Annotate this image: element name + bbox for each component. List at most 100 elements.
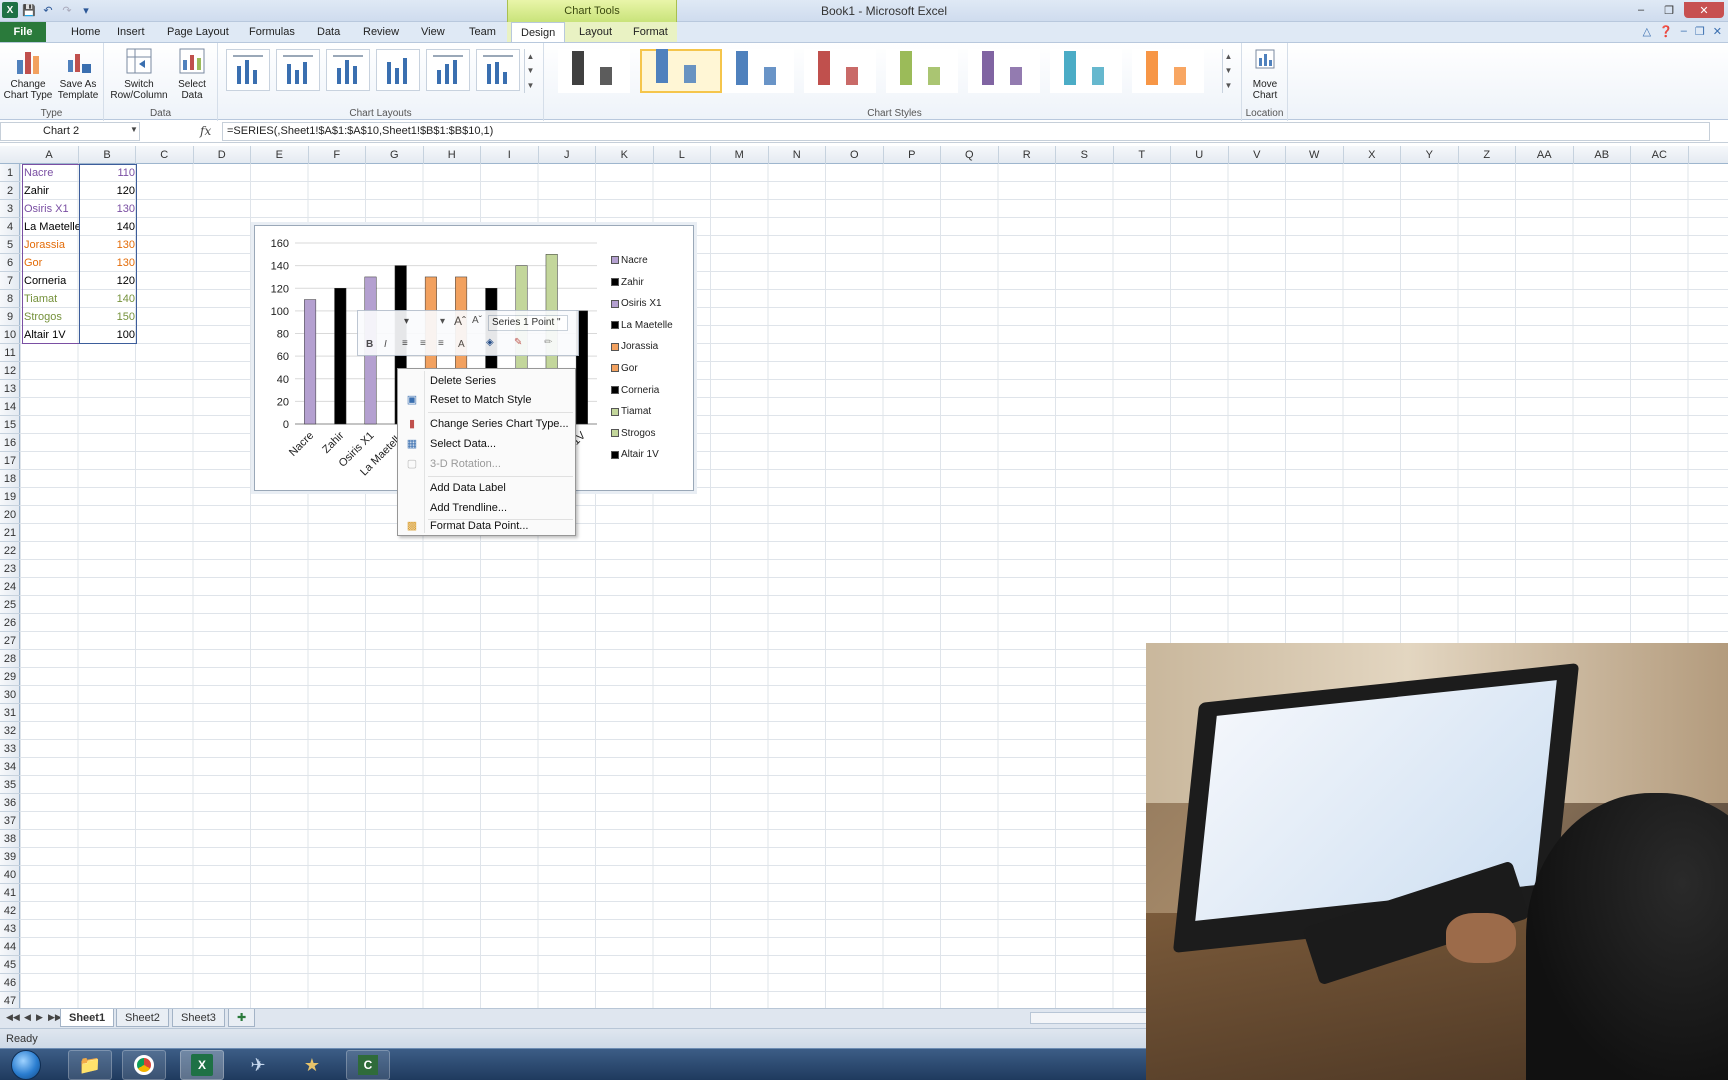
tab-design[interactable]: Design — [511, 22, 566, 42]
column-header[interactable]: T — [1114, 146, 1171, 164]
cell-name[interactable]: La Maetelle — [24, 218, 80, 236]
row-header[interactable]: 46 — [0, 974, 20, 992]
switch-row-column-button[interactable]: Switch Row/Column — [108, 46, 170, 101]
column-header[interactable]: X — [1344, 146, 1401, 164]
column-header[interactable]: AB — [1574, 146, 1631, 164]
horizontal-scrollbar[interactable] — [1030, 1012, 1150, 1024]
chart-layouts-gallery-scroll[interactable]: ▲ ▼ ▼ — [524, 49, 536, 93]
cell-value[interactable]: 150 — [79, 308, 135, 326]
chart-element-select[interactable]: Series 1 Point " — [488, 315, 568, 331]
cell-value[interactable]: 140 — [79, 290, 135, 308]
row-header[interactable]: 43 — [0, 920, 20, 938]
chart-style-4[interactable] — [804, 49, 876, 93]
cell-value[interactable]: 110 — [79, 164, 135, 182]
font-color-icon[interactable]: A — [458, 339, 465, 350]
row-header[interactable]: 9 — [0, 308, 20, 326]
next-sheet-icon[interactable]: ▶ — [36, 1012, 43, 1023]
row-header[interactable]: 7 — [0, 272, 20, 290]
row-header[interactable]: 28 — [0, 650, 20, 668]
tab-page-layout[interactable]: Page Layout — [158, 22, 238, 42]
menu-item-select-data[interactable]: ▦ Select Data... — [400, 435, 573, 454]
insert-function-icon[interactable]: fx — [200, 124, 211, 138]
column-header[interactable]: M — [711, 146, 769, 164]
menu-item-change-series-chart-type[interactable]: ▮ Change Series Chart Type... — [400, 415, 573, 434]
cell-value[interactable]: 120 — [79, 182, 135, 200]
styles-up-icon[interactable]: ▲ — [1225, 52, 1233, 61]
tab-home[interactable]: Home — [62, 22, 109, 42]
menu-item-add-data-label[interactable]: Add Data Label — [400, 479, 573, 498]
workbook-close-icon[interactable]: ✕ — [1713, 25, 1722, 38]
row-header[interactable]: 6 — [0, 254, 20, 272]
row-header[interactable]: 16 — [0, 434, 20, 452]
chart-style-7[interactable] — [1050, 49, 1122, 93]
row-header[interactable]: 12 — [0, 362, 20, 380]
cell-value[interactable]: 130 — [79, 200, 135, 218]
tab-layout[interactable]: Layout — [570, 22, 621, 42]
legend-item[interactable]: Nacre — [611, 254, 648, 268]
row-header[interactable]: 39 — [0, 848, 20, 866]
workbook-minimize-icon[interactable]: – — [1681, 25, 1687, 38]
row-header[interactable]: 38 — [0, 830, 20, 848]
row-header[interactable]: 33 — [0, 740, 20, 758]
formula-input[interactable]: =SERIES(,Sheet1!$A$1:$A$10,Sheet1!$B$1:$… — [222, 122, 1710, 141]
cell-value[interactable]: 130 — [79, 236, 135, 254]
column-header[interactable]: Y — [1401, 146, 1459, 164]
cell-name[interactable]: Altair 1V — [24, 326, 80, 344]
tab-file[interactable]: File — [0, 22, 46, 42]
name-box-dropdown-icon[interactable]: ▼ — [130, 125, 138, 134]
shrink-font-icon[interactable]: Aˇ — [472, 315, 482, 326]
row-header[interactable]: 2 — [0, 182, 20, 200]
chart-style-5[interactable] — [886, 49, 958, 93]
select-data-button[interactable]: Select Data — [172, 46, 212, 101]
row-header[interactable]: 45 — [0, 956, 20, 974]
help-icon[interactable]: ❓ — [1659, 25, 1673, 38]
row-header[interactable]: 26 — [0, 614, 20, 632]
save-as-template-button[interactable]: Save As Template — [54, 46, 102, 101]
chart-layout-4[interactable] — [376, 49, 420, 91]
column-header[interactable]: E — [251, 146, 309, 164]
legend-item[interactable]: Jorassia — [611, 340, 658, 354]
cell-name[interactable]: Osiris X1 — [24, 200, 80, 218]
column-header[interactable]: H — [424, 146, 481, 164]
taskbar-excel[interactable]: X — [180, 1050, 224, 1080]
close-icon[interactable]: ✕ — [1684, 2, 1724, 18]
restore-icon[interactable]: ❐ — [1656, 2, 1682, 18]
menu-item-format-data-point[interactable]: ▩ Format Data Point... — [400, 517, 573, 536]
styles-down-icon[interactable]: ▼ — [1225, 66, 1233, 75]
change-chart-type-button[interactable]: Change Chart Type — [2, 46, 54, 101]
column-header[interactable]: O — [826, 146, 884, 164]
row-header[interactable]: 1 — [0, 164, 20, 182]
chart-style-6[interactable] — [968, 49, 1040, 93]
fill-color-icon[interactable]: ◈ — [486, 337, 494, 348]
move-chart-button[interactable]: Move Chart — [1244, 46, 1286, 101]
minimize-icon[interactable]: – — [1628, 2, 1654, 18]
taskbar-app-5[interactable]: ★ — [290, 1050, 334, 1080]
row-header[interactable]: 8 — [0, 290, 20, 308]
column-header[interactable]: W — [1286, 146, 1344, 164]
row-header[interactable]: 42 — [0, 902, 20, 920]
legend-item[interactable]: Strogos — [611, 427, 655, 441]
cell-value[interactable]: 120 — [79, 272, 135, 290]
row-header[interactable]: 18 — [0, 470, 20, 488]
menu-item-add-trendline[interactable]: Add Trendline... — [400, 499, 573, 518]
sheet-tab-sheet2[interactable]: Sheet2 — [116, 1009, 169, 1027]
start-button[interactable] — [4, 1050, 48, 1080]
row-header[interactable]: 31 — [0, 704, 20, 722]
sheet-tab-sheet1[interactable]: Sheet1 — [60, 1009, 115, 1027]
column-header[interactable]: I — [481, 146, 539, 164]
gallery-up-icon[interactable]: ▲ — [527, 52, 535, 61]
chart-styles-gallery-scroll[interactable]: ▲ ▼ ▼ — [1222, 49, 1234, 93]
cell-name[interactable]: Corneria — [24, 272, 80, 290]
chart-layout-1[interactable] — [226, 49, 270, 91]
cell-name[interactable]: Jorassia — [24, 236, 80, 254]
format-painter-icon[interactable]: ✏ — [544, 337, 552, 348]
row-header[interactable]: 41 — [0, 884, 20, 902]
name-box[interactable]: Chart 2 — [0, 122, 140, 141]
styles-more-icon[interactable]: ▼ — [1225, 81, 1233, 90]
legend-item[interactable]: Altair 1V — [611, 448, 659, 462]
column-header[interactable]: Z — [1459, 146, 1516, 164]
sheet-tab-sheet3[interactable]: Sheet3 — [172, 1009, 225, 1027]
row-header[interactable]: 21 — [0, 524, 20, 542]
tab-data[interactable]: Data — [308, 22, 349, 42]
chart-layout-6[interactable] — [476, 49, 520, 91]
